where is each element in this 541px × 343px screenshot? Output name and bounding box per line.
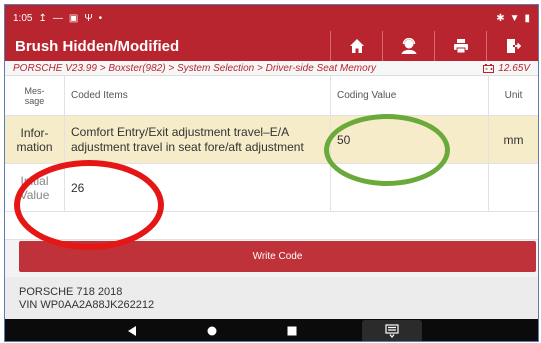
row-coded-item: Comfort Entry/Exit adjustment travel–E/A…	[65, 116, 331, 163]
row-initial-value: 26	[65, 164, 331, 211]
table-row: Initial Value 26	[5, 164, 538, 212]
battery-voltage-icon	[483, 63, 495, 73]
header-message: Mes- sage	[5, 76, 65, 115]
support-button[interactable]	[382, 31, 434, 61]
table-header: Mes- sage Coded Items Coding Value Unit	[5, 76, 538, 116]
print-icon	[453, 39, 468, 54]
system-nav-bar	[5, 319, 538, 341]
app-window: 1:05 ↥ — ▣ Ψ • ✱ ▼ ▮ Brush Hidden/Modifi…	[4, 4, 539, 342]
home-icon	[349, 39, 364, 53]
home-circle-icon	[207, 326, 216, 336]
bluetooth-icon: ✱	[496, 12, 505, 24]
minus-icon: —	[52, 12, 63, 24]
keyboard-hide-icon	[384, 324, 399, 338]
back-button[interactable]	[122, 321, 142, 341]
keyboard-button[interactable]	[361, 320, 422, 341]
vehicle-vin: VIN WP0AA2A88JK262212	[19, 299, 155, 311]
recents-button[interactable]	[282, 321, 302, 341]
usb-icon: Ψ	[84, 12, 93, 24]
row-unit: mm	[503, 132, 524, 147]
back-triangle-icon	[127, 326, 136, 336]
exit-button[interactable]	[486, 31, 538, 61]
row-coding-value[interactable]: 50	[331, 116, 489, 163]
print-button[interactable]	[434, 31, 486, 61]
image-icon: ▣	[68, 12, 79, 24]
row-message: Initial Value	[5, 164, 65, 211]
recents-square-icon	[287, 326, 296, 336]
header-coded-items: Coded Items	[65, 76, 331, 115]
row-message: Infor- mation	[5, 116, 65, 163]
battery-icon: ▮	[524, 12, 530, 24]
exit-icon	[506, 39, 521, 53]
table-row[interactable]: Infor- mation Comfort Entry/Exit adjustm…	[5, 116, 538, 164]
voltage-value: 12.65V	[498, 62, 530, 74]
row-coding-value	[331, 164, 489, 211]
home-nav-button[interactable]	[202, 321, 222, 341]
clock: 1:05	[13, 12, 33, 24]
breadcrumb-path: PORSCHE V23.99 > Boxster(982) > System S…	[13, 62, 377, 74]
coding-table: Mes- sage Coded Items Coding Value Unit …	[5, 76, 538, 240]
breadcrumb: PORSCHE V23.99 > Boxster(982) > System S…	[5, 61, 538, 76]
voltage-indicator: 12.65V	[483, 63, 530, 74]
row-unit	[489, 164, 538, 211]
write-code-button[interactable]: Write Code	[19, 241, 536, 272]
dot-icon: •	[98, 12, 103, 24]
header-unit: Unit	[504, 90, 523, 101]
empty-row	[5, 212, 538, 240]
user-support-icon	[401, 38, 416, 54]
header-coding-value: Coding Value	[331, 76, 489, 115]
vehicle-model: PORSCHE 718 2018	[19, 286, 123, 298]
page-title: Brush Hidden/Modified	[15, 37, 180, 55]
vehicle-info: PORSCHE 718 2018 VIN WP0AA2A88JK262212	[5, 277, 538, 319]
home-button[interactable]	[330, 31, 382, 61]
status-bar: 1:05 ↥ — ▣ Ψ • ✱ ▼ ▮	[5, 5, 538, 31]
title-bar: Brush Hidden/Modified	[5, 31, 538, 61]
upload-icon: ↥	[38, 12, 47, 24]
wifi-icon: ▼	[509, 12, 520, 24]
